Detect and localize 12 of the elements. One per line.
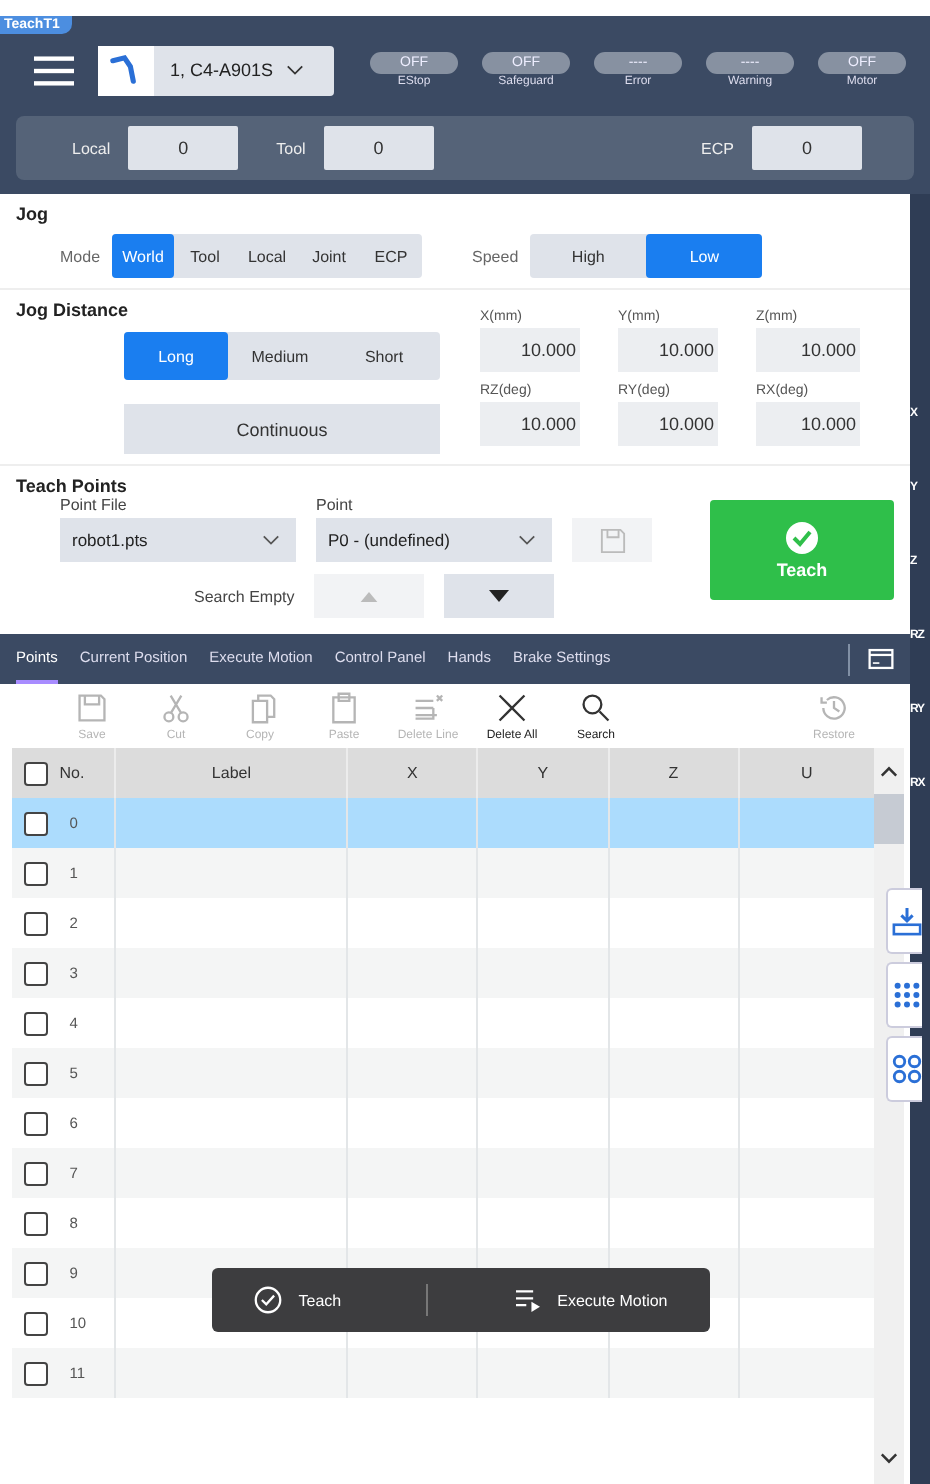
section-title: Jog Distance	[16, 300, 131, 320]
section-title: Jog	[16, 204, 51, 224]
section-title: Teach Points	[16, 476, 129, 496]
search-empty-label: Search Empty	[194, 587, 295, 605]
frame-label: Tool	[276, 139, 306, 157]
mode-label: Mode	[60, 247, 101, 265]
column-header: No.	[59, 762, 87, 786]
frame-label: ECP	[701, 139, 734, 157]
frame-label: Local	[72, 139, 111, 157]
speed-label: Speed	[472, 247, 519, 265]
field-label: Point File	[60, 496, 129, 514]
field-label: Point	[316, 496, 355, 514]
